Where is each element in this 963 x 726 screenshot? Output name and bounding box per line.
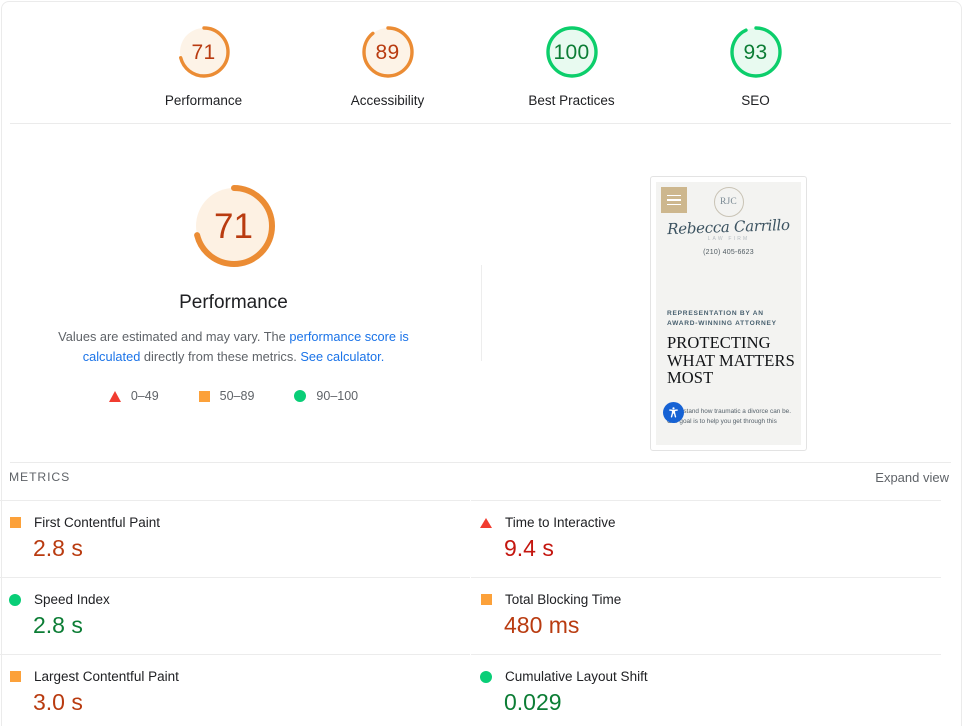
gauge-performance-large: 71	[184, 176, 284, 276]
expand-view-button[interactable]: Expand view	[875, 470, 949, 485]
score-item-best-practices[interactable]: 100 Best Practices	[512, 21, 632, 108]
score-label-performance: Performance	[164, 93, 243, 108]
metric-name: Time to Interactive	[505, 515, 616, 530]
metric-value: 480 ms	[504, 612, 580, 638]
metric-row-time-to-interactive[interactable]: Time to Interactive 9.4 s	[471, 500, 941, 577]
hero-body-text: understand how traumatic a divorce can b…	[667, 408, 791, 425]
metric-value: 3.0 s	[33, 689, 83, 715]
score-legend: 0–49 50–89 90–100	[108, 389, 358, 403]
legend-range-medium: 50–89	[219, 389, 255, 403]
metric-value: 2.8 s	[33, 535, 83, 561]
square-icon	[198, 390, 210, 402]
metric-row-cumulative-layout-shift[interactable]: Cumulative Layout Shift 0.029	[471, 654, 941, 726]
metric-value: 9.4 s	[504, 535, 554, 561]
gauge-value-best-practices: 100	[553, 40, 590, 64]
circle-icon	[9, 593, 21, 606]
triangle-icon	[480, 517, 492, 528]
hero-headline-text: PROTECTING WHAT MATTERS MOST	[667, 333, 795, 387]
legend-range-low: 0–49	[130, 389, 159, 403]
metric-header: Time to Interactive	[480, 515, 941, 530]
metrics-column-right: Time to Interactive 9.4 s Total Blocking…	[471, 500, 941, 726]
score-item-seo[interactable]: 93 SEO	[696, 21, 816, 108]
gauge-value-accessibility: 89	[375, 40, 400, 64]
pagespeed-report-page: 71 Performance 89 Accessibility 100 Best…	[0, 0, 963, 726]
metrics-header: METRICS Expand view	[0, 470, 959, 500]
metric-name: Largest Contentful Paint	[34, 669, 179, 684]
description-text-part1: Values are estimated and may vary. The	[58, 329, 290, 344]
metric-row-largest-contentful-paint[interactable]: Largest Contentful Paint 3.0 s	[0, 654, 470, 726]
metric-header: Speed Index	[9, 592, 470, 607]
metric-value: 2.8 s	[33, 612, 83, 638]
performance-hero-section: 71 Performance Values are estimated and …	[0, 124, 959, 462]
thumbnail-viewport: RJC Rebecca Carrillo LAW FIRM (210) 405-…	[656, 182, 801, 445]
metric-name: Cumulative Layout Shift	[505, 669, 648, 684]
legend-range-high: 90–100	[316, 389, 359, 403]
metrics-column-left: First Contentful Paint 2.8 s Speed Index…	[0, 500, 470, 726]
metric-header: Total Blocking Time	[480, 592, 941, 607]
see-calculator-link[interactable]: See calculator.	[300, 349, 384, 364]
gauge-performance: 71	[173, 21, 235, 83]
performance-summary: 71 Performance Values are estimated and …	[0, 176, 467, 403]
gauge-seo: 93	[725, 21, 787, 83]
metric-header: Cumulative Layout Shift	[480, 669, 941, 684]
circle-icon	[480, 670, 492, 683]
square-icon	[480, 594, 492, 605]
metric-value: 0.029	[504, 689, 562, 715]
description-text-part2: directly from these metrics.	[140, 349, 301, 364]
page-screenshot-thumbnail[interactable]: RJC Rebecca Carrillo LAW FIRM (210) 405-…	[650, 176, 807, 451]
gauge-accessibility: 89	[357, 21, 419, 83]
metrics-section-title: METRICS	[9, 470, 71, 484]
score-label-accessibility: Accessibility	[350, 93, 425, 108]
hero-eyebrow-text: REPRESENTATION BY AN AWARD-WINNING ATTOR…	[667, 310, 777, 327]
metric-name: Speed Index	[34, 592, 110, 607]
square-icon	[9, 671, 21, 682]
score-label-seo: SEO	[741, 93, 770, 108]
score-item-accessibility[interactable]: 89 Accessibility	[328, 21, 448, 108]
hamburger-menu-icon	[661, 187, 687, 213]
score-item-performance[interactable]: 71 Performance	[144, 21, 264, 108]
brand-firm-label: LAW FIRM	[707, 236, 750, 242]
score-label-best-practices: Best Practices	[528, 93, 615, 108]
legend-item-low: 0–49	[108, 389, 159, 403]
gauge-value-seo: 93	[743, 40, 768, 64]
gauge-value-performance: 71	[191, 40, 216, 64]
performance-description: Values are estimated and may vary. The p…	[38, 327, 430, 367]
performance-title: Performance	[179, 292, 288, 313]
gauge-value-performance-large: 71	[214, 206, 253, 246]
metric-row-total-blocking-time[interactable]: Total Blocking Time 480 ms	[471, 577, 941, 654]
metric-row-first-contentful-paint[interactable]: First Contentful Paint 2.8 s	[0, 500, 470, 577]
metric-name: Total Blocking Time	[505, 592, 622, 607]
hero-bottom-divider	[10, 462, 951, 463]
gauge-best-practices: 100	[541, 21, 603, 83]
accessibility-widget-icon	[663, 402, 684, 423]
metrics-grid: First Contentful Paint 2.8 s Speed Index…	[0, 500, 959, 726]
brand-phone-number: (210) 405-6623	[703, 249, 754, 256]
score-gauges-row: 71 Performance 89 Accessibility 100 Best…	[0, 0, 959, 122]
metric-header: First Contentful Paint	[9, 515, 470, 530]
legend-item-medium: 50–89	[198, 389, 255, 403]
square-icon	[9, 517, 21, 528]
metric-row-speed-index[interactable]: Speed Index 2.8 s	[0, 577, 470, 654]
brand-logo-mark: RJC	[713, 187, 744, 217]
circle-icon	[294, 390, 307, 402]
metric-name: First Contentful Paint	[34, 515, 161, 530]
triangle-icon	[108, 390, 121, 402]
metric-header: Largest Contentful Paint	[9, 669, 470, 684]
legend-item-high: 90–100	[294, 389, 358, 403]
hero-vertical-divider	[481, 265, 482, 361]
